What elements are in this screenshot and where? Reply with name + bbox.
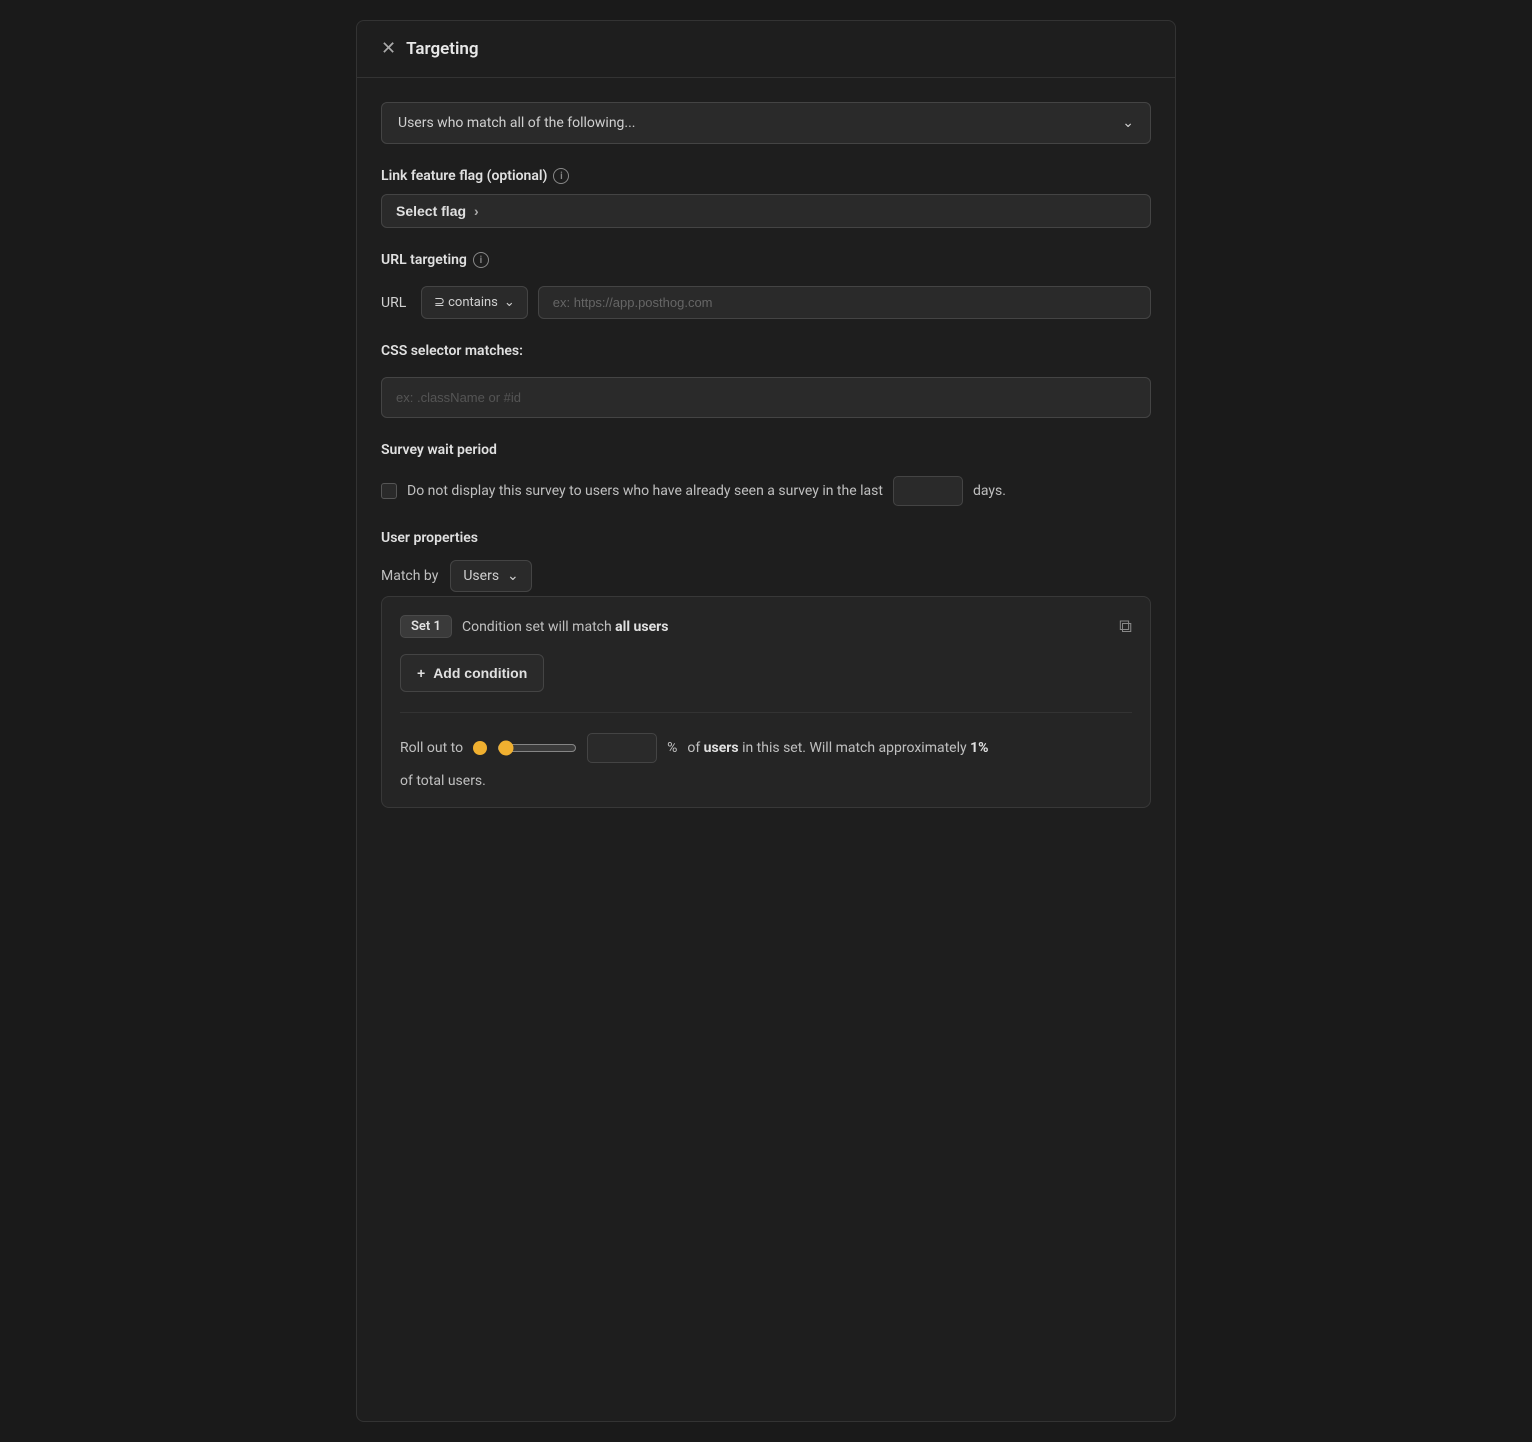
css-selector-label: CSS selector matches: bbox=[381, 343, 1151, 359]
set-badge: Set 1 bbox=[400, 615, 452, 638]
survey-wait-section: Survey wait period Do not display this s… bbox=[381, 442, 1151, 506]
rollout-desc-prefix: of bbox=[687, 740, 703, 756]
rollout-desc-users-bold: users bbox=[704, 740, 739, 756]
link-flag-info-icon[interactable]: i bbox=[553, 168, 569, 184]
url-targeting-label: URL targeting i bbox=[381, 252, 1151, 268]
rollout-description: of users in this set. Will match approxi… bbox=[687, 740, 988, 756]
wait-period-row: Do not display this survey to users who … bbox=[381, 476, 1151, 506]
rollout-slider[interactable] bbox=[497, 740, 577, 756]
rollout-section: Roll out to 1 % of users in this set. Wi… bbox=[400, 712, 1132, 789]
rollout-percent-label: % bbox=[667, 740, 677, 756]
days-input[interactable] bbox=[893, 476, 963, 506]
link-flag-section: Link feature flag (optional) i Select fl… bbox=[381, 168, 1151, 228]
users-dropdown[interactable]: Users ⌄ bbox=[450, 560, 531, 592]
match-by-label: Match by bbox=[381, 568, 438, 584]
users-dropdown-chevron-icon: ⌄ bbox=[507, 568, 519, 584]
url-targeting-info-icon[interactable]: i bbox=[473, 252, 489, 268]
css-selector-input[interactable] bbox=[381, 377, 1151, 418]
match-by-row: Match by Users ⌄ bbox=[381, 560, 1151, 592]
survey-wait-label: Survey wait period bbox=[381, 442, 1151, 458]
users-match-label: Users who match all of the following... bbox=[398, 115, 636, 131]
rollout-desc-pct-bold: 1% bbox=[970, 740, 988, 756]
add-condition-label: Add condition bbox=[433, 665, 527, 681]
panel-title: Targeting bbox=[406, 39, 478, 59]
add-condition-button[interactable]: + Add condition bbox=[400, 654, 544, 692]
rollout-description-2: of total users. bbox=[400, 769, 1132, 789]
copy-icon[interactable]: ⧉ bbox=[1119, 616, 1132, 637]
url-input[interactable] bbox=[538, 286, 1151, 319]
select-flag-button[interactable]: Select flag › bbox=[381, 194, 1151, 228]
url-label: URL bbox=[381, 295, 411, 311]
contains-label: ⊇ contains bbox=[434, 295, 498, 310]
panel-header: ✕ Targeting bbox=[357, 21, 1175, 78]
set-header-left: Set 1 Condition set will match all users bbox=[400, 615, 668, 638]
condition-set-description: Condition set will match all users bbox=[462, 619, 669, 635]
rollout-desc-suffix: in this set. Will match approximately bbox=[739, 740, 971, 756]
add-condition-plus-icon: + bbox=[417, 665, 425, 681]
wait-period-checkbox[interactable] bbox=[381, 483, 397, 499]
users-dropdown-label: Users bbox=[463, 568, 499, 584]
set-header: Set 1 Condition set will match all users… bbox=[400, 615, 1132, 638]
wait-period-text: Do not display this survey to users who … bbox=[407, 483, 883, 499]
contains-dropdown[interactable]: ⊇ contains ⌄ bbox=[421, 286, 528, 319]
users-match-dropdown[interactable]: Users who match all of the following... … bbox=[381, 102, 1151, 144]
contains-chevron-icon: ⌄ bbox=[504, 295, 515, 310]
url-targeting-section: URL targeting i URL ⊇ contains ⌄ bbox=[381, 252, 1151, 319]
chevron-right-icon: › bbox=[474, 203, 479, 219]
link-flag-label: Link feature flag (optional) i bbox=[381, 168, 1151, 184]
chevron-down-icon: ⌄ bbox=[1122, 115, 1134, 131]
condition-set-prefix: Condition set will match bbox=[462, 619, 615, 635]
css-selector-section: CSS selector matches: bbox=[381, 343, 1151, 418]
rollout-dot-icon bbox=[473, 741, 487, 755]
user-properties-section: User properties Match by Users ⌄ Set 1 C… bbox=[381, 530, 1151, 808]
rollout-value-input[interactable]: 1 bbox=[587, 733, 657, 763]
days-suffix: days. bbox=[973, 483, 1006, 499]
rollout-row: Roll out to 1 % of users in this set. Wi… bbox=[400, 733, 1132, 763]
select-flag-label: Select flag bbox=[396, 203, 466, 219]
condition-set-bold: all users bbox=[615, 619, 668, 635]
targeting-panel: ✕ Targeting Users who match all of the f… bbox=[356, 20, 1176, 1422]
user-properties-label: User properties bbox=[381, 530, 1151, 546]
panel-body: Users who match all of the following... … bbox=[357, 78, 1175, 832]
url-row: URL ⊇ contains ⌄ bbox=[381, 286, 1151, 319]
rollout-label: Roll out to bbox=[400, 740, 463, 756]
condition-set-box: Set 1 Condition set will match all users… bbox=[381, 596, 1151, 808]
close-icon[interactable]: ✕ bbox=[381, 40, 396, 58]
